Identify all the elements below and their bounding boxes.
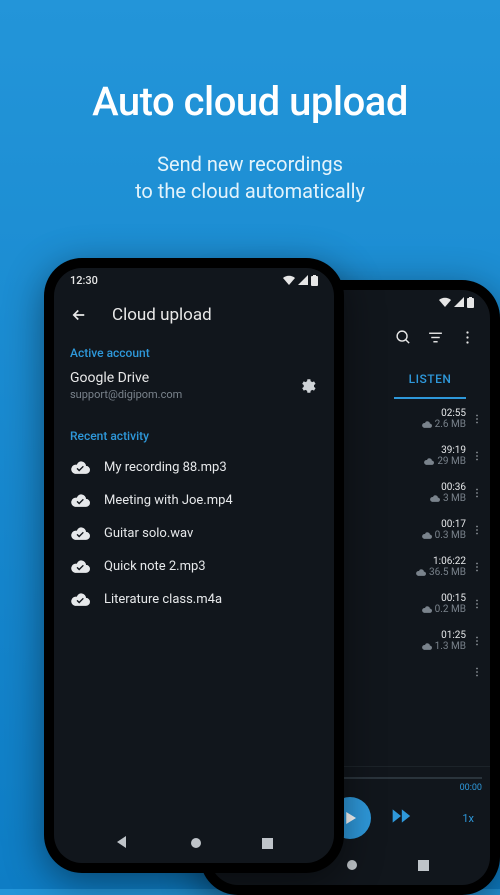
status-time: 12:30 [70,274,98,287]
battery-icon [467,297,474,308]
wifi-icon [283,275,295,285]
track-duration: 1:06:22 [416,556,466,567]
track-size: 36.5 MB [416,567,466,578]
activity-row[interactable]: Meeting with Joe.mp4 [54,484,334,517]
cloud-done-icon [70,461,90,474]
track-size: 0.2 MB [422,604,466,615]
signal-icon [454,297,464,307]
header-title: Cloud upload [112,305,212,325]
status-bar: 12:30 [54,268,334,292]
filter-icon[interactable] [420,322,450,352]
activity-label: Guitar solo.wav [104,526,193,541]
search-icon[interactable] [388,322,418,352]
track-size: 2.6 MB [422,419,466,430]
account-row[interactable]: Google Drive support@digipom.com [54,364,334,411]
track-size: 3 MB [430,493,466,504]
activity-label: Quick note 2.mp3 [104,559,206,574]
speed-label[interactable]: 1x [462,812,474,825]
activity-label: My recording 88.mp3 [104,460,227,475]
cloud-done-icon [70,560,90,573]
track-duration: 01:25 [422,630,466,641]
activity-row[interactable]: Literature class.m4a [54,583,334,616]
activity-label: Meeting with Joe.mp4 [104,493,233,508]
more-icon[interactable] [468,486,486,500]
cloud-done-icon [70,494,90,507]
forward-button[interactable] [391,808,411,828]
nav-home-icon[interactable] [190,834,202,853]
track-duration: 02:55 [422,408,466,419]
track-duration: 00:15 [422,593,466,604]
signal-icon [298,275,308,285]
recent-activity-label: Recent activity [54,421,334,447]
track-size: 0.3 MB [422,530,466,541]
more-icon[interactable] [468,665,486,679]
activity-label: Literature class.m4a [104,592,222,607]
more-icon[interactable] [468,523,486,537]
activity-list: My recording 88.mp3 Meeting with Joe.mp4 G… [54,447,334,620]
account-name: Google Drive [70,370,182,386]
nav-recent-icon[interactable] [262,834,273,853]
activity-row[interactable]: My recording 88.mp3 [54,451,334,484]
cloud-done-icon [70,593,90,606]
header: Cloud upload [54,292,334,338]
activity-row[interactable]: Guitar solo.wav [54,517,334,550]
active-account-label: Active account [54,338,334,364]
activity-row[interactable]: Quick note 2.mp3 [54,550,334,583]
more-icon[interactable] [452,322,482,352]
more-icon[interactable] [468,449,486,463]
cloud-done-icon [70,527,90,540]
more-icon[interactable] [468,634,486,648]
hero-title: Auto cloud upload [0,0,500,125]
back-button[interactable] [64,300,94,330]
phone-front: 12:30 Cloud upload Active account Google… [44,258,344,873]
nav-back-icon[interactable] [115,834,129,853]
track-size: 1.3 MB [422,641,466,652]
wifi-icon [439,297,451,307]
track-duration: 39:19 [424,445,466,456]
tab-listen[interactable]: LISTEN [370,360,490,398]
track-duration: 00:17 [422,519,466,530]
more-icon[interactable] [468,597,486,611]
gear-icon[interactable] [292,371,322,401]
hero-subtitle: Send new recordings to the cloud automat… [0,151,500,205]
track-size: 29 MB [424,456,466,467]
android-nav [54,823,334,863]
account-email: support@digipom.com [70,388,182,401]
more-icon[interactable] [468,560,486,574]
nav-home-icon[interactable] [346,856,358,875]
more-icon[interactable] [468,412,486,426]
battery-icon [311,275,318,286]
track-duration: 00:36 [430,482,466,493]
nav-recent-icon[interactable] [418,856,429,875]
